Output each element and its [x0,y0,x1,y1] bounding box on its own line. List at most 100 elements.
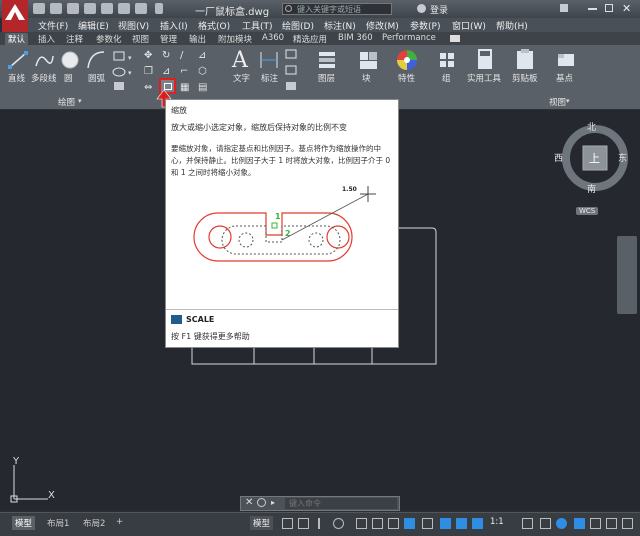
open-file-icon[interactable] [50,3,62,14]
text-tool-icon[interactable]: A [232,48,248,73]
polyline-tool-icon[interactable] [34,50,54,70]
object-snap-tracking-icon[interactable] [372,518,383,529]
draw-panel-title[interactable]: 绘图 [58,96,75,108]
save-icon[interactable] [67,3,79,14]
clipboard-icon[interactable] [515,48,535,70]
tab-featured-apps[interactable]: 精选应用 [293,33,327,45]
customization-icon[interactable] [622,518,633,529]
group-icon[interactable] [437,50,457,70]
wcs-menu[interactable]: WCS [576,207,599,215]
tab-view[interactable]: 视图 [132,33,149,45]
layout-tab-1[interactable]: 布局1 [44,516,72,530]
minimize-icon[interactable] [588,8,597,10]
arc-tool-icon[interactable] [86,50,106,70]
menu-format[interactable]: 格式(O) [198,19,230,32]
grid-icon[interactable] [282,518,293,529]
layout-tab-2[interactable]: 布局2 [80,516,108,530]
viewcube-west[interactable]: 西 [554,151,563,164]
menu-help[interactable]: 帮助(H) [496,19,528,32]
annotation-small-tools[interactable] [284,48,302,92]
units-icon[interactable] [556,518,567,529]
tab-addins[interactable]: 附加模块 [218,33,252,45]
tab-output[interactable]: 输出 [189,33,206,45]
utilities-icon[interactable] [476,48,494,70]
redo-icon[interactable] [135,3,147,14]
properties-icon[interactable] [395,48,419,72]
new-file-icon[interactable] [33,3,45,14]
save-as-icon[interactable] [84,3,96,14]
properties-label: 特性 [398,74,416,84]
ortho-icon[interactable] [318,518,320,529]
ribbon-options-icon[interactable] [450,35,460,42]
circle-tool-icon[interactable] [60,50,80,70]
workspace-switch-icon[interactable] [522,518,533,529]
modify-tools-grid[interactable]: ✥ ↻ / ⊿ ❐ ⊿ ⌐ ⬡ ⇔ ▦ ▤ [142,48,227,94]
draw-small-tools[interactable]: ▾▾ [112,50,142,92]
sign-in-button[interactable]: 登录 [430,3,448,16]
maximize-icon[interactable] [605,4,613,12]
undo-icon[interactable] [118,3,130,14]
model-space-button[interactable]: 模型 [250,516,274,530]
menu-draw[interactable]: 绘图(D) [282,19,314,32]
snap-icon[interactable] [298,518,309,529]
application-menu-button[interactable] [2,0,28,36]
transparency-icon[interactable] [422,518,433,529]
svg-text:/: / [180,50,184,61]
quick-properties-icon[interactable] [574,518,585,529]
command-search-icon[interactable] [257,498,266,507]
navigation-bar[interactable] [617,236,637,314]
auto-scale-icon[interactable] [472,518,483,529]
tab-bim360[interactable]: BIM 360 [338,33,373,43]
menu-view[interactable]: 视图(V) [118,19,149,32]
search-input[interactable]: 键入关键字或短语 [282,3,392,15]
tab-manage[interactable]: 管理 [160,33,177,45]
command-input[interactable] [285,498,397,509]
menu-parametric[interactable]: 参数(P) [410,19,440,32]
view-panel-title[interactable]: 视图 [549,96,566,108]
block-icon[interactable] [358,50,380,70]
print-icon[interactable] [101,3,113,14]
tab-performance[interactable]: Performance [382,33,436,43]
line-tool-icon[interactable] [8,50,28,70]
arc-tool-label: 圆弧 [88,74,106,84]
tab-a360[interactable]: A360 [262,33,284,43]
help-icon[interactable] [560,4,568,12]
tab-insert[interactable]: 插入 [38,33,55,45]
viewcube-north[interactable]: 北 [587,120,596,133]
dimension-tool-icon[interactable] [258,50,280,70]
polar-icon[interactable] [333,518,344,529]
isodraft-icon[interactable] [356,518,367,529]
base-point-icon[interactable] [556,50,576,70]
draw-panel-expand-icon[interactable]: ▾ [78,97,82,105]
selection-cycling-icon[interactable] [440,518,451,529]
close-window-icon[interactable]: ✕ [622,2,631,15]
menu-dimension[interactable]: 标注(N) [324,19,356,32]
tab-default[interactable]: 默认 [5,33,29,45]
annotation-monitor-icon[interactable] [540,518,551,529]
object-snap-icon[interactable] [388,518,399,529]
viewcube-east[interactable]: 东 [618,151,627,164]
quick-access-dropdown-icon[interactable] [155,3,163,14]
close-command-line-icon[interactable]: ✕ [245,497,253,508]
menu-tools[interactable]: 工具(T) [242,19,273,32]
clean-screen-icon[interactable] [606,518,617,529]
add-layout-button[interactable]: + [113,516,126,528]
svg-text:⊿: ⊿ [162,66,170,77]
menu-edit[interactable]: 编辑(E) [78,19,109,32]
annotation-scale[interactable]: 1:1 [487,516,507,528]
annotation-visibility-icon[interactable] [456,518,467,529]
viewcube-south[interactable]: 南 [587,182,596,195]
tab-parametric[interactable]: 参数化 [96,33,122,45]
lock-ui-icon[interactable] [590,518,601,529]
menu-insert[interactable]: 插入(I) [160,19,188,32]
tab-annotate[interactable]: 注释 [66,33,83,45]
scale-tooltip: 缩放 放大或缩小选定对象，缩放后保持对象的比例不变 要缩放对象，请指定基点和比例… [165,99,399,348]
layout-tab-model[interactable]: 模型 [12,516,36,530]
viewcube-top-face[interactable]: 上 [589,150,600,166]
menu-modify[interactable]: 修改(M) [366,19,399,32]
view-panel-expand-icon[interactable]: ▾ [566,97,570,105]
menu-file[interactable]: 文件(F) [38,19,68,32]
lineweight-icon[interactable] [404,518,415,529]
layers-icon[interactable] [317,50,339,70]
menu-window[interactable]: 窗口(W) [452,19,486,32]
